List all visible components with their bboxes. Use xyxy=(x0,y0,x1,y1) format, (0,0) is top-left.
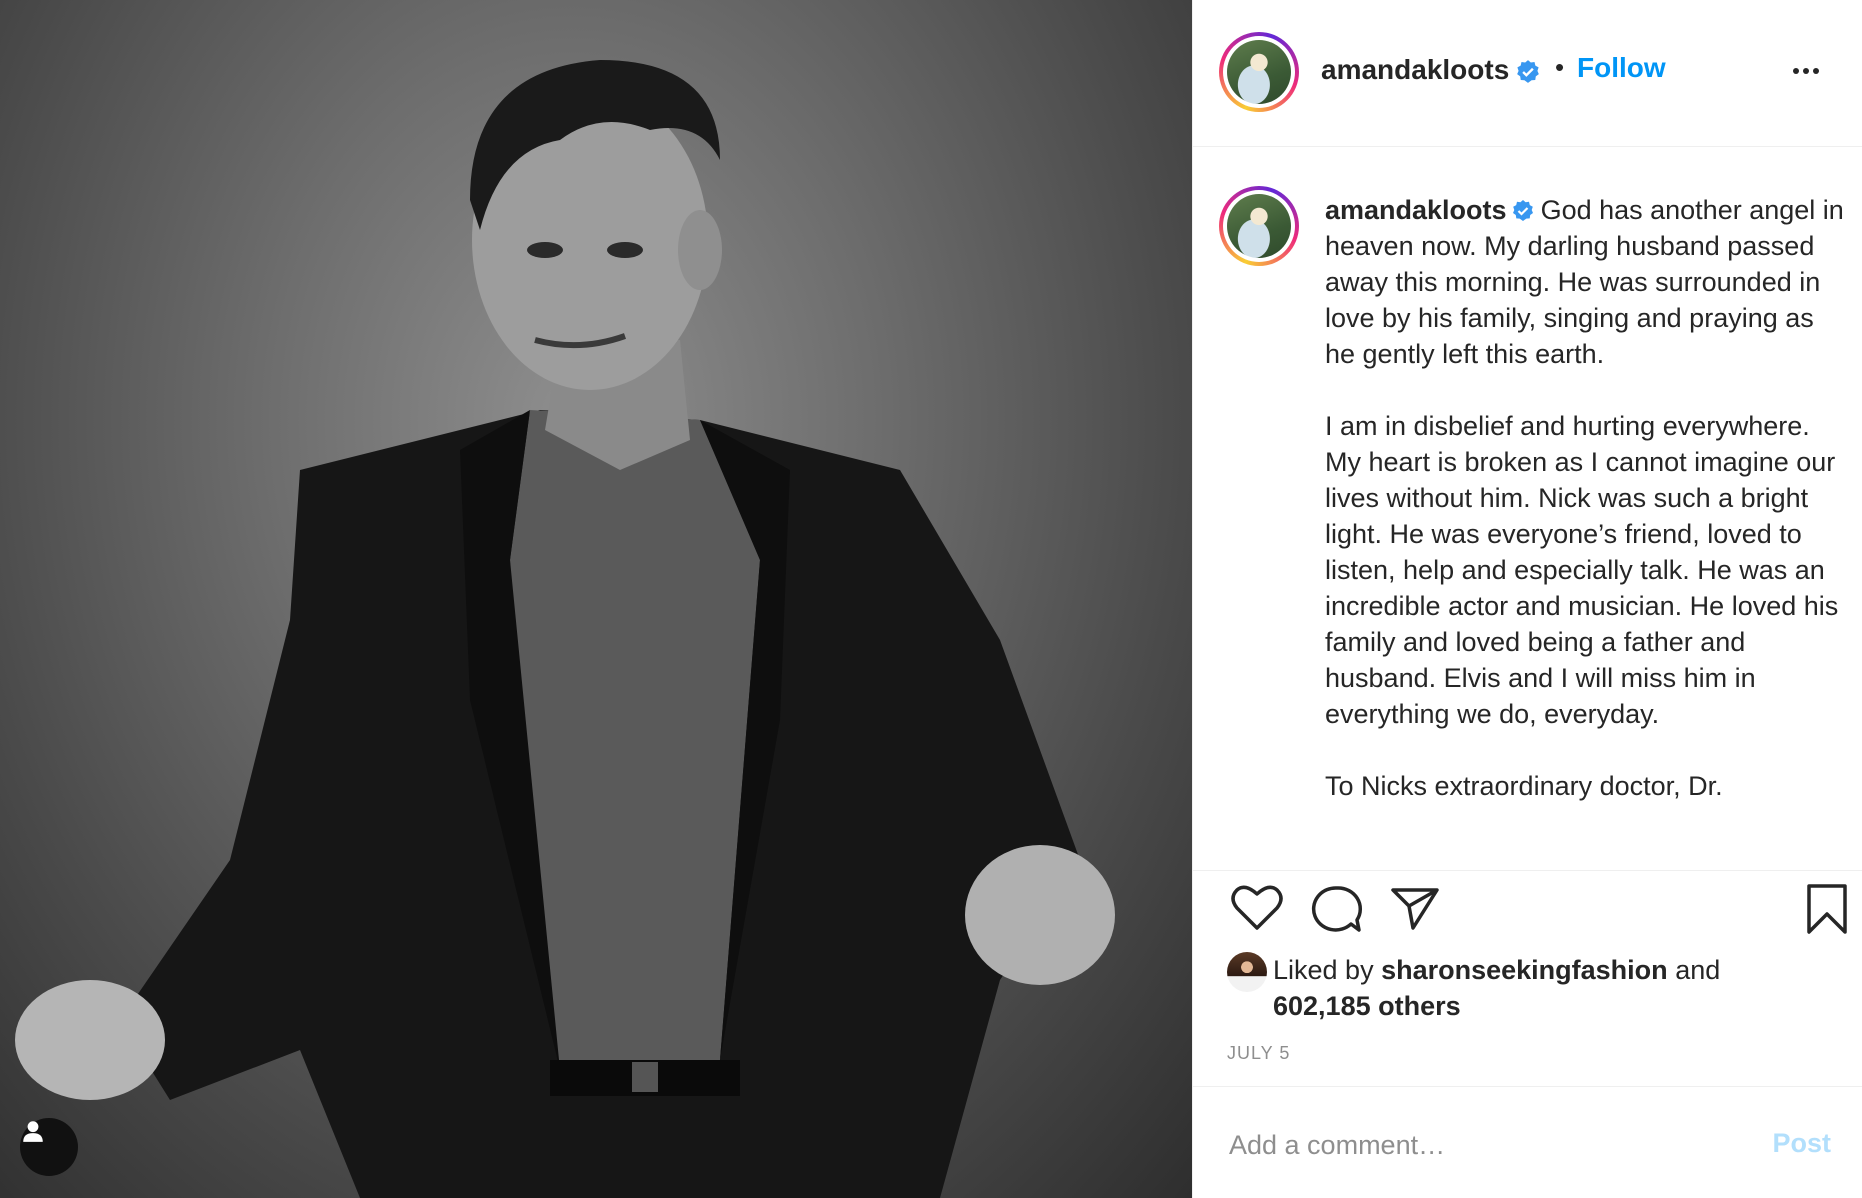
comment-icon xyxy=(1311,886,1363,932)
heart-icon xyxy=(1231,885,1283,930)
caption-paragraph-2: I am in disbelief and hurting everywhere… xyxy=(1325,411,1839,729)
caption-paragraph-3: To Nicks extraordinary doctor, Dr. xyxy=(1325,771,1723,801)
comment-button[interactable] xyxy=(1311,884,1363,939)
post-side-panel: amandakloots • Follow amandakloots God ha… xyxy=(1192,0,1862,1198)
user-tag-button[interactable] xyxy=(20,1118,78,1176)
save-button[interactable] xyxy=(1805,884,1849,941)
post-photo-image xyxy=(15,60,1115,1198)
liked-prefix: Liked by xyxy=(1273,955,1374,985)
follow-button[interactable]: Follow xyxy=(1577,52,1666,84)
like-button[interactable] xyxy=(1231,884,1283,937)
share-button[interactable] xyxy=(1389,884,1441,937)
header-username[interactable]: amandakloots xyxy=(1321,54,1541,86)
profile-photo xyxy=(1227,40,1291,104)
post-date[interactable]: JULY 5 xyxy=(1227,1043,1290,1064)
bookmark-icon xyxy=(1807,884,1847,934)
caption-username[interactable]: amandakloots xyxy=(1325,195,1507,225)
caption-text: amandakloots God has another angel in hea… xyxy=(1325,192,1845,840)
caption-section[interactable]: amandakloots God has another angel in hea… xyxy=(1193,146,1862,862)
comment-divider xyxy=(1193,1086,1862,1087)
actions-divider xyxy=(1193,870,1862,871)
action-bar xyxy=(1193,884,1862,944)
caption-avatar[interactable] xyxy=(1219,186,1299,266)
likes-count[interactable]: 602,185 others xyxy=(1273,991,1461,1021)
post-photo[interactable] xyxy=(0,0,1192,1198)
share-icon xyxy=(1391,888,1439,930)
liked-by-text: Liked by sharonseekingfashion and 602,18… xyxy=(1273,952,1720,1024)
user-tag-icon xyxy=(23,1121,43,1142)
comment-form: Post xyxy=(1227,1124,1831,1166)
more-options-icon[interactable] xyxy=(1793,68,1819,74)
liker-avatar[interactable] xyxy=(1227,952,1267,992)
liked-and: and xyxy=(1675,955,1721,985)
comment-input[interactable] xyxy=(1227,1124,1711,1166)
post-comment-button[interactable]: Post xyxy=(1772,1128,1831,1159)
profile-photo xyxy=(1227,194,1291,258)
verified-badge-icon xyxy=(1517,59,1540,83)
username-text[interactable]: amandakloots xyxy=(1321,54,1509,85)
separator-dot: • xyxy=(1555,52,1565,82)
liker-username[interactable]: sharonseekingfashion xyxy=(1381,955,1668,985)
verified-badge-icon xyxy=(1512,200,1533,221)
header-avatar[interactable] xyxy=(1219,32,1299,112)
